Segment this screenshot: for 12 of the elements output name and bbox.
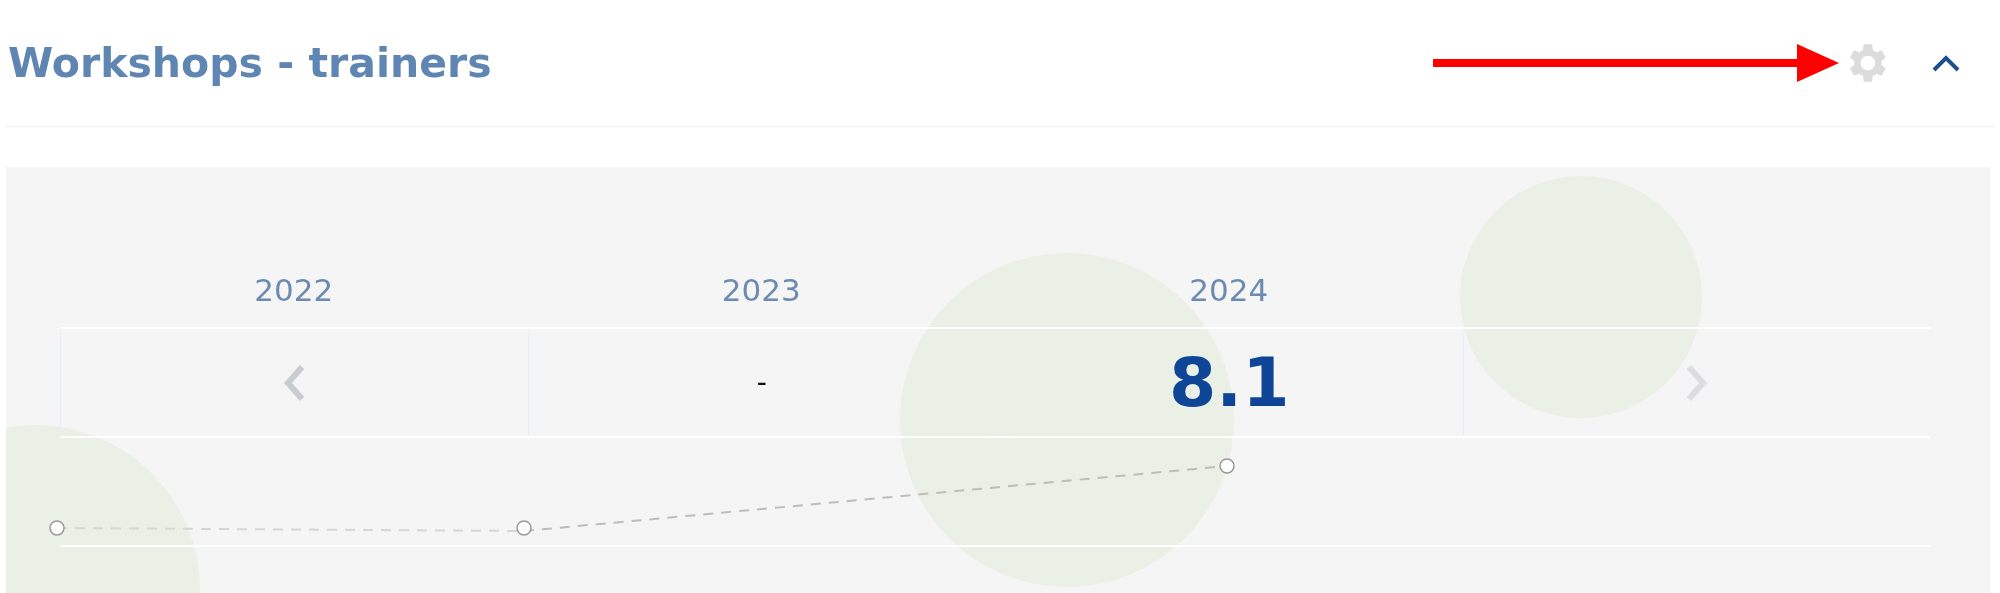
year-label: 2023 <box>721 272 801 308</box>
year-label: 2022 <box>254 272 334 308</box>
value-text: - <box>756 366 767 399</box>
data-point <box>49 520 65 536</box>
data-point <box>1219 458 1235 474</box>
annotation-arrow-icon <box>1433 44 1839 82</box>
chevron-right-icon <box>1684 362 1709 403</box>
year-label: 2024 <box>1189 272 1269 308</box>
chevron-left-icon <box>282 362 307 403</box>
score-value: 8.1 <box>1169 343 1290 422</box>
widget-title: Workshops - trainers <box>8 39 492 87</box>
data-point <box>516 520 532 536</box>
